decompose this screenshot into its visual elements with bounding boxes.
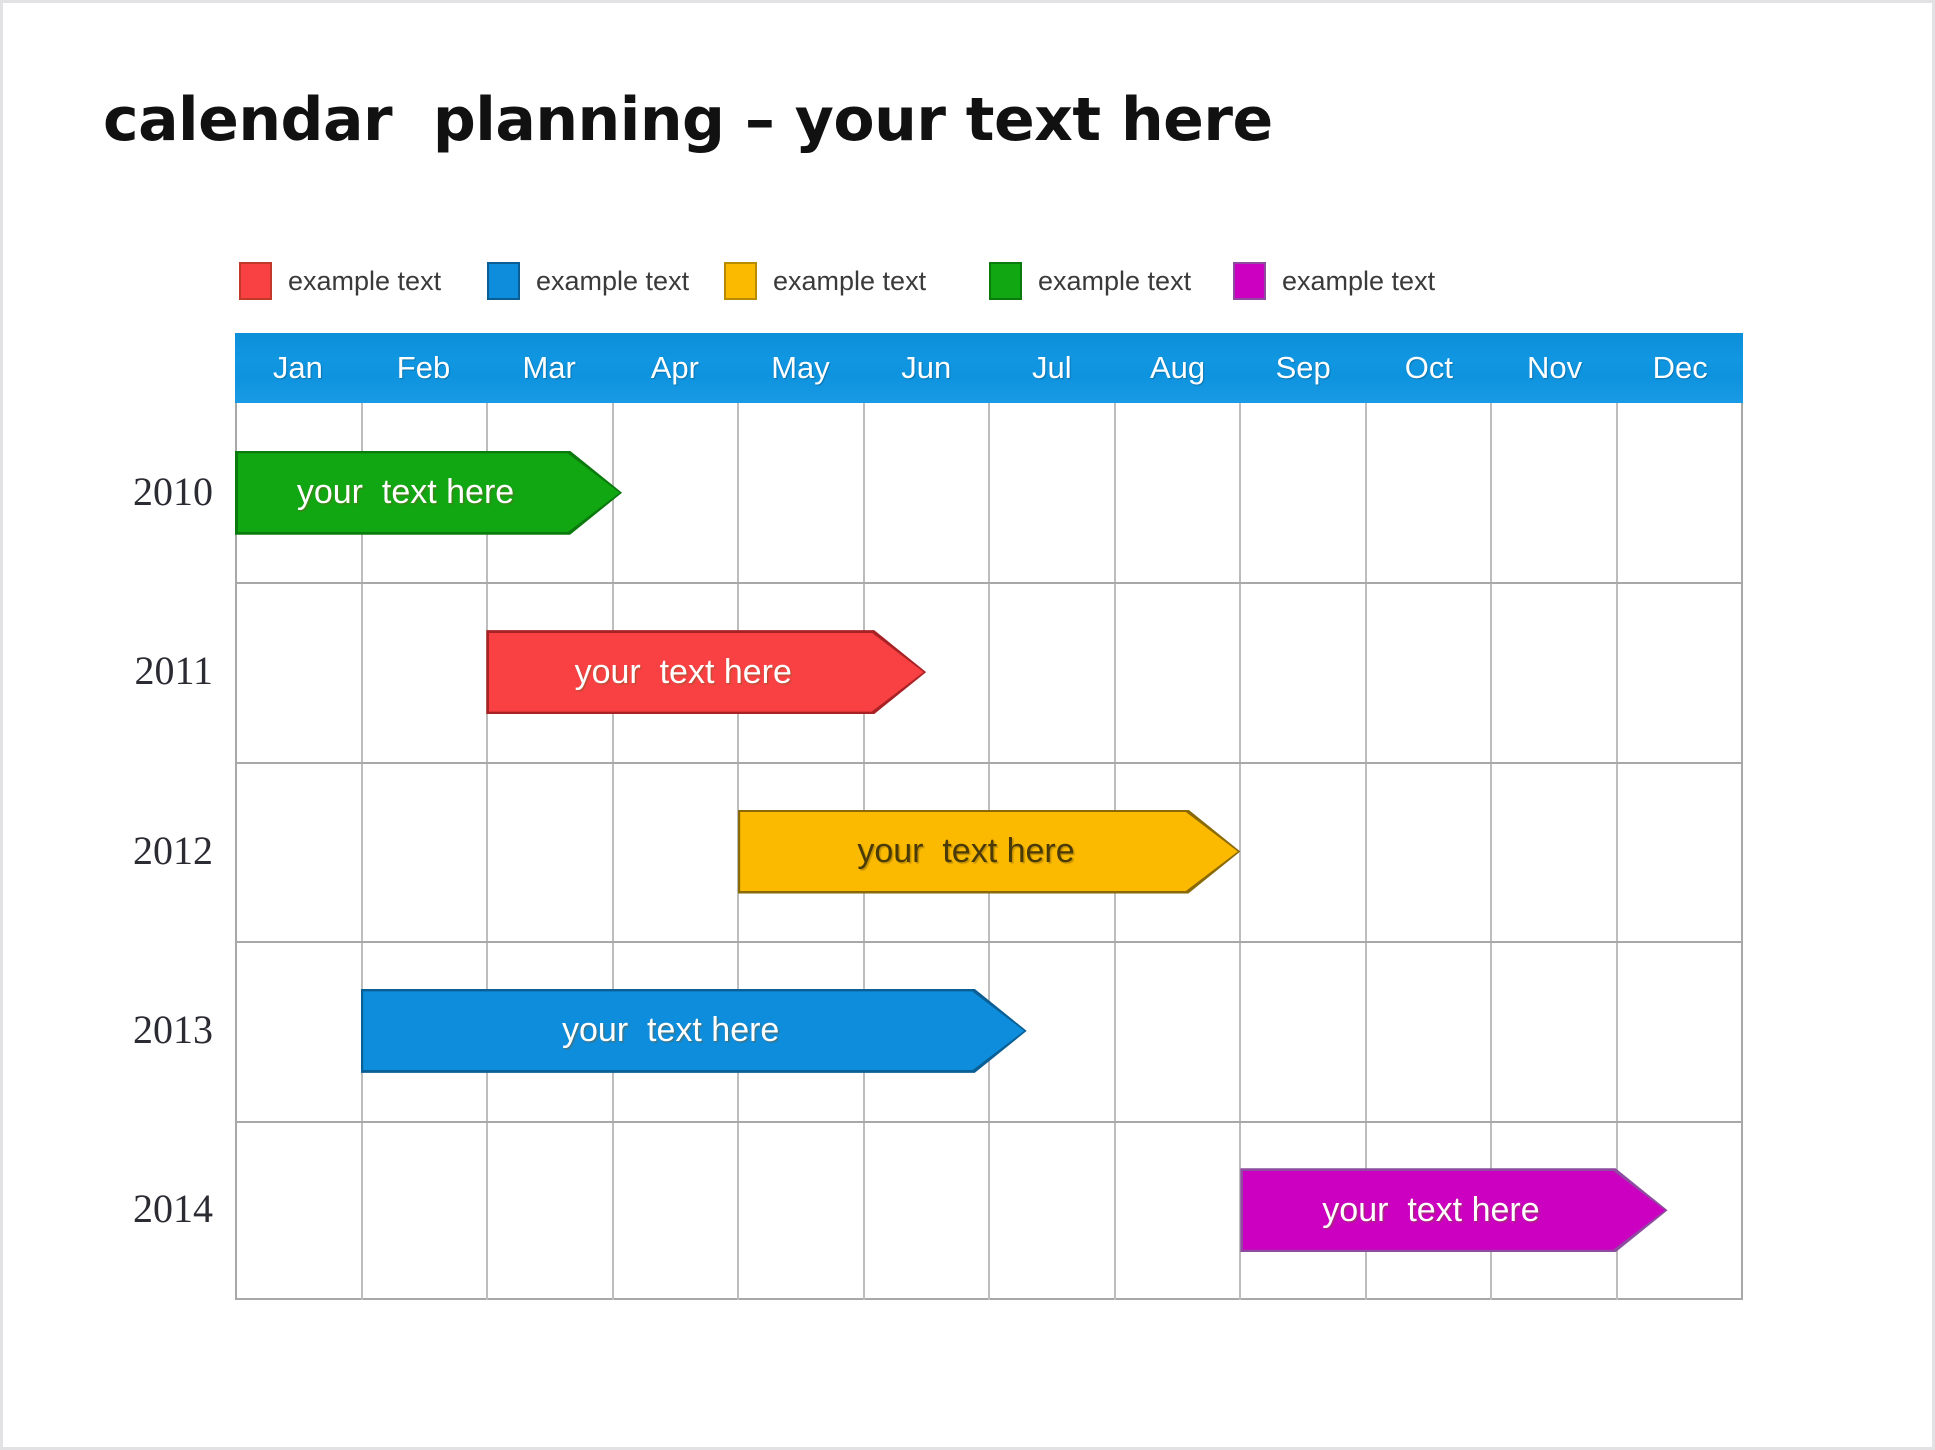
timeline-bar-label: your text here (857, 832, 1075, 870)
legend-item-label: example text (536, 265, 690, 296)
month-header-sep[interactable]: Sep (1240, 333, 1366, 403)
timeline-bar-label: your text here (1322, 1190, 1540, 1229)
calendar-cell[interactable] (1615, 584, 1742, 762)
calendar-cell[interactable] (1239, 763, 1365, 942)
calendar-cell[interactable] (1364, 403, 1491, 583)
month-header-aug[interactable]: Aug (1115, 333, 1241, 403)
year-label-2013: 2013 (133, 1006, 213, 1052)
timeline-bar-fill: your text here (363, 991, 1024, 1070)
legend-item-label: example text (288, 265, 442, 296)
month-header-dec[interactable]: Dec (1617, 333, 1743, 403)
calendar-cell[interactable] (235, 943, 361, 1121)
calendar-cell[interactable] (988, 403, 1114, 583)
month-header-mar[interactable]: Mar (486, 333, 612, 403)
legend: example text example text example text exam… (239, 258, 1709, 304)
calendar-cell[interactable] (1364, 943, 1491, 1121)
calendar-cell[interactable] (1113, 584, 1240, 762)
calendar-cell[interactable] (611, 1122, 738, 1300)
legend-item-label: example text (1038, 265, 1192, 296)
month-header-apr[interactable]: Apr (612, 333, 738, 403)
legend-item-label: example text (773, 265, 927, 296)
legend-item[interactable]: example text (989, 258, 1191, 304)
legend-item[interactable]: example text (724, 258, 926, 304)
calendar-cell[interactable] (737, 403, 863, 583)
timeline-bar-fill: your text here (740, 812, 1238, 891)
page-title: calendar planning – your text here (103, 85, 1273, 155)
calendar-cell[interactable] (737, 1122, 863, 1300)
calendar-cell[interactable] (1364, 763, 1491, 942)
legend-color-swatch (239, 262, 272, 300)
legend-item[interactable]: example text (1233, 258, 1435, 304)
calendar-cell[interactable] (1490, 584, 1616, 762)
calendar-cell[interactable] (862, 403, 989, 583)
legend-color-swatch (487, 262, 520, 300)
year-label-2011: 2011 (134, 648, 213, 694)
calendar-cell[interactable] (862, 1122, 989, 1300)
month-header-jul[interactable]: Jul (989, 333, 1115, 403)
month-header-jun[interactable]: Jun (863, 333, 989, 403)
timeline-bar-2010[interactable]: your text here (235, 451, 622, 535)
month-header-oct[interactable]: Oct (1366, 333, 1492, 403)
legend-item[interactable]: example text (487, 258, 689, 304)
month-header-nov[interactable]: Nov (1492, 333, 1618, 403)
calendar-cell[interactable] (486, 763, 612, 942)
year-label-2014: 2014 (133, 1186, 213, 1232)
timeline-bar-fill: your text here (1243, 1171, 1665, 1250)
calendar-cell[interactable] (1113, 943, 1240, 1121)
calendar-row (235, 582, 1742, 762)
legend-color-swatch (1233, 262, 1266, 300)
calendar-cell[interactable] (1615, 403, 1742, 583)
calendar-cell[interactable] (1113, 403, 1240, 583)
timeline-bar-label: your text here (296, 473, 515, 512)
year-label-2012: 2012 (133, 827, 213, 873)
timeline-bar-label: your text here (562, 1011, 780, 1050)
calendar-cell[interactable] (235, 584, 361, 762)
month-header-bar: Jan Feb Mar Apr May Jun Jul Aug Sep Oct Nov Dec (235, 333, 1743, 403)
legend-color-swatch (989, 262, 1022, 300)
calendar-cell[interactable] (1113, 1122, 1240, 1300)
calendar-cell[interactable] (1490, 943, 1616, 1121)
calendar-cell[interactable] (235, 1122, 361, 1300)
month-header-feb[interactable]: Feb (361, 333, 487, 403)
year-label-2010: 2010 (133, 468, 213, 514)
calendar-cell[interactable] (988, 584, 1114, 762)
timeline-bar-2011[interactable]: your text here (486, 630, 926, 714)
timeline-bar-2013[interactable]: your text here (361, 989, 1027, 1073)
calendar-cell[interactable] (988, 1122, 1114, 1300)
calendar-cell[interactable] (1490, 403, 1616, 583)
timeline-bar-2012[interactable]: your text here (738, 810, 1241, 894)
month-header-may[interactable]: May (738, 333, 864, 403)
calendar-cell[interactable] (1490, 763, 1616, 942)
calendar-cell[interactable] (1239, 584, 1365, 762)
slide-canvas: calendar planning – your text here examp… (0, 0, 1935, 1450)
timeline-bar-fill: your text here (238, 453, 620, 532)
calendar-cell[interactable] (1239, 403, 1365, 583)
timeline-bar-label: your text here (574, 652, 792, 691)
timeline-bar-2014[interactable]: your text here (1240, 1168, 1667, 1252)
legend-item[interactable]: example text (239, 258, 441, 304)
calendar-cell[interactable] (611, 763, 738, 942)
month-header-jan[interactable]: Jan (235, 333, 361, 403)
calendar-cell[interactable] (360, 763, 487, 942)
calendar-cell[interactable] (360, 584, 487, 762)
calendar-cell[interactable] (235, 763, 361, 942)
calendar-cell[interactable] (1239, 943, 1365, 1121)
calendar-cell[interactable] (1615, 763, 1742, 942)
legend-item-label: example text (1282, 265, 1436, 296)
legend-color-swatch (724, 262, 757, 300)
timeline-bar-fill: your text here (489, 633, 924, 712)
calendar-cell[interactable] (1364, 584, 1491, 762)
calendar-cell[interactable] (486, 1122, 612, 1300)
calendar-cell[interactable] (611, 403, 738, 583)
calendar-cell[interactable] (1615, 943, 1742, 1121)
calendar-cell[interactable] (360, 1122, 487, 1300)
